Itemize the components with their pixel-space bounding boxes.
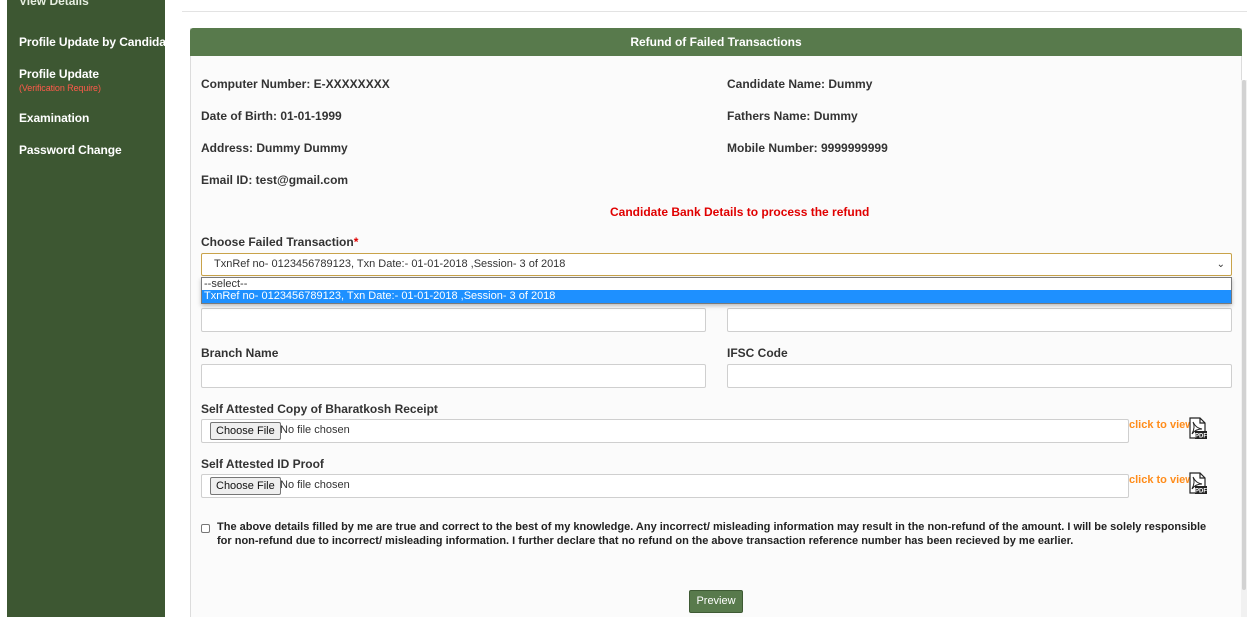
id-proof-click-to-view-link[interactable]: click to view <box>1129 474 1194 486</box>
svg-text:PDF: PDF <box>1195 489 1207 495</box>
top-divider <box>182 11 1247 12</box>
svg-text:PDF: PDF <box>1195 434 1207 440</box>
ifsc-code-label: IFSC Code <box>727 346 788 360</box>
file-status: No file chosen <box>280 479 350 491</box>
declaration-checkbox[interactable] <box>201 524 210 533</box>
chevron-down-icon: ⌄ <box>1216 259 1225 270</box>
sidebar-item-profile-update-by-candidates[interactable]: Profile Update by Candidates <box>19 35 183 49</box>
preview-button[interactable]: Preview <box>689 590 743 613</box>
sidebar-item-examination[interactable]: Examination <box>19 111 89 125</box>
branch-name-input[interactable] <box>201 364 706 388</box>
failed-transaction-dropdown: --select-- TxnRef no- 0123456789123, Txn… <box>201 277 1232 304</box>
ifsc-code-input[interactable] <box>727 364 1232 388</box>
sidebar: View Details Profile Update by Candidate… <box>7 0 183 617</box>
receipt-upload-label: Self Attested Copy of Bharatkosh Receipt <box>201 402 438 416</box>
bank-details-note: Candidate Bank Details to process the re… <box>610 205 870 219</box>
mobile-number: Mobile Number: 9999999999 <box>727 141 888 155</box>
dropdown-option[interactable]: --select-- <box>202 278 1231 290</box>
scrollbar-thumb[interactable] <box>1242 80 1246 590</box>
sidebar-item-profile-update[interactable]: Profile Update (Verification Require) <box>19 67 101 93</box>
pdf-icon[interactable]: PDF <box>1188 472 1207 494</box>
address: Address: Dummy Dummy <box>201 141 348 155</box>
sidebar-item-password-change[interactable]: Password Change <box>19 143 122 157</box>
computer-number: Computer Number: E-XXXXXXXX <box>201 77 390 91</box>
choose-file-button[interactable]: Choose File <box>210 422 281 440</box>
panel-title: Refund of Failed Transactions <box>190 28 1242 56</box>
email-id: Email ID: test@gmail.com <box>201 173 349 187</box>
failed-transaction-select[interactable]: TxnRef no- 0123456789123, Txn Date:- 01-… <box>201 253 1232 276</box>
required-mark: * <box>353 235 359 249</box>
id-proof-file-input[interactable]: Choose File No file chosen <box>201 474 1129 498</box>
account-number-input[interactable] <box>727 308 1232 332</box>
dropdown-option-selected[interactable]: TxnRef no- 0123456789123, Txn Date:- 01-… <box>202 290 1231 303</box>
choose-file-button[interactable]: Choose File <box>210 477 281 495</box>
candidate-name: Candidate Name: Dummy <box>727 77 873 91</box>
branch-name-label: Branch Name <box>201 346 279 360</box>
declaration-text: The above details filled by me are true … <box>217 521 1207 547</box>
id-proof-upload-label: Self Attested ID Proof <box>201 457 324 471</box>
file-status: No file chosen <box>280 424 350 436</box>
failed-transaction-label-text: Choose Failed Transaction <box>201 235 354 249</box>
date-of-birth: Date of Birth: 01-01-1999 <box>201 109 342 123</box>
sidebar-item-view-details[interactable]: View Details <box>19 0 89 8</box>
failed-transaction-selected-value: TxnRef no- 0123456789123, Txn Date:- 01-… <box>214 258 566 270</box>
receipt-click-to-view-link[interactable]: click to view <box>1129 419 1194 431</box>
failed-transaction-label: Choose Failed Transaction* <box>201 235 358 249</box>
verification-required-note: (Verification Require) <box>19 83 101 93</box>
sidebar-item-label: Profile Update <box>19 67 99 81</box>
bank-name-input[interactable] <box>201 308 706 332</box>
fathers-name: Fathers Name: Dummy <box>727 109 858 123</box>
pdf-icon[interactable]: PDF <box>1188 417 1207 439</box>
receipt-file-input[interactable]: Choose File No file chosen <box>201 419 1129 443</box>
